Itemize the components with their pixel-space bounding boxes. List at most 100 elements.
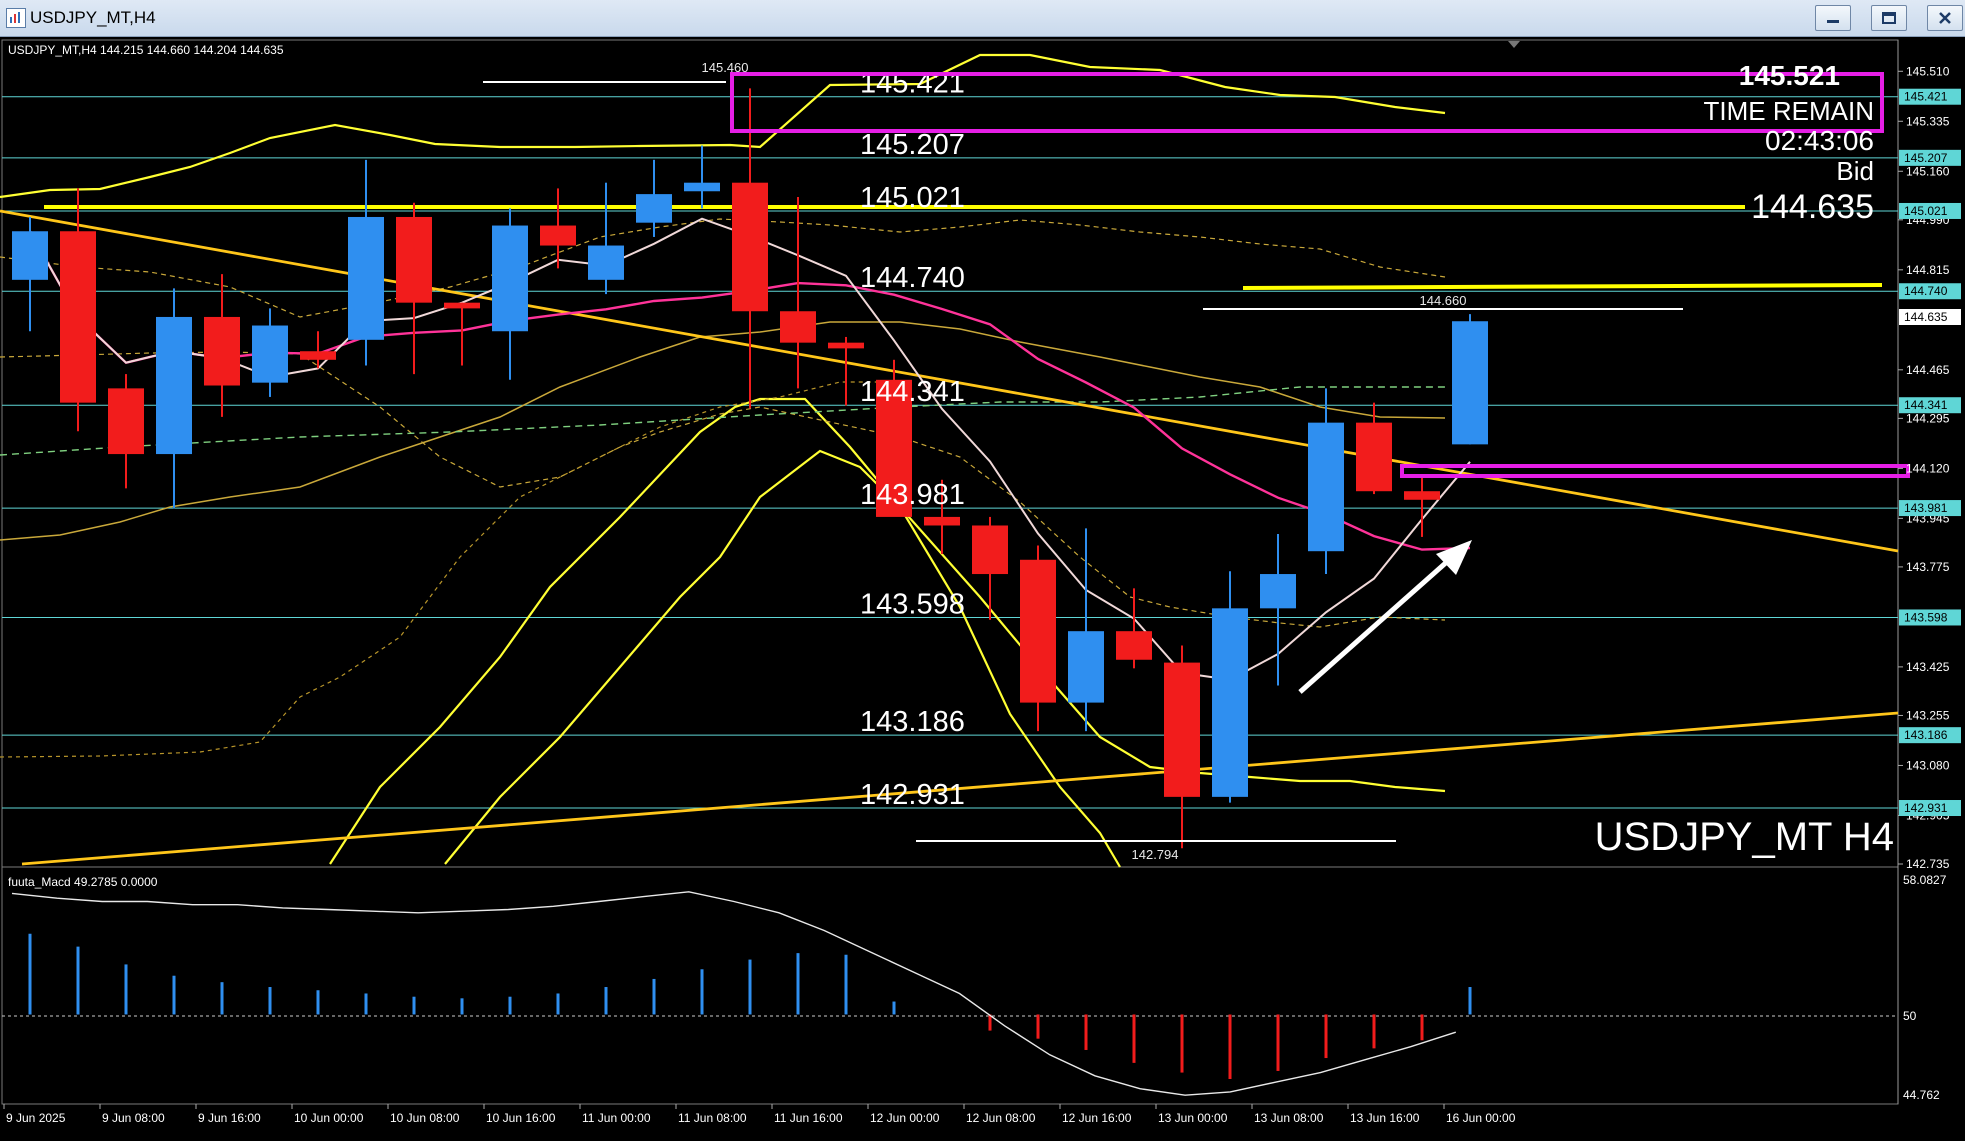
- chart-header: USDJPY_MT,H4 144.215 144.660 144.204 144…: [8, 43, 284, 57]
- candle-bear: [1404, 491, 1440, 500]
- time-tick-label: 13 Jun 00:00: [1158, 1111, 1228, 1125]
- bollinger-upper-outer: [0, 53, 1446, 199]
- yellow-target-line: [1242, 283, 1883, 290]
- current-price-tag: 144.635: [1904, 310, 1948, 324]
- price-tick-label: 144.120: [1906, 461, 1950, 475]
- time-tick-label: 16 Jun 00:00: [1446, 1111, 1516, 1125]
- bid-label: Bid: [1836, 156, 1874, 186]
- time-tick-label: 9 Jun 08:00: [102, 1111, 165, 1125]
- time-remain-value: 02:43:06: [1765, 125, 1874, 156]
- price-axis-level-tags: 145.421 145.207 145.021 144.740 144.341 143.9…: [1899, 88, 1961, 817]
- macd-signal-line: [11, 891, 1457, 1096]
- price-tick-label: 143.080: [1906, 758, 1950, 772]
- time-tick-label: 12 Jun 16:00: [1062, 1111, 1132, 1125]
- candle-bear: [108, 388, 144, 455]
- candle-bull: [12, 231, 48, 280]
- price-tick-label: 143.255: [1906, 708, 1950, 722]
- price-tick-label: 142.735: [1906, 857, 1950, 871]
- green-dashed-ma: [0, 386, 1445, 456]
- time-tick-label: 9 Jun 16:00: [198, 1111, 261, 1125]
- low-marker-label: 142.794: [1132, 847, 1179, 862]
- title-bar[interactable]: USDJPY_MT,H4: [0, 0, 1965, 37]
- restore-icon: [1882, 12, 1896, 24]
- candle-bear: [1116, 631, 1152, 660]
- price-axis: 145.510145.335145.160144.990144.815144.4…: [1898, 64, 1950, 871]
- level-tag: 145.421: [1904, 90, 1948, 104]
- bid-value: 144.635: [1751, 188, 1874, 226]
- level-tag: 144.341: [1904, 398, 1948, 412]
- candle-bull: [1452, 321, 1488, 445]
- shift-marker-icon[interactable]: [1508, 41, 1520, 48]
- macd-tick-top: 58.0827: [1903, 873, 1947, 887]
- candlesticks: [12, 88, 1488, 849]
- level-label: 143.981: [860, 479, 965, 511]
- candle-bear: [444, 302, 480, 309]
- time-tick-label: 12 Jun 08:00: [966, 1111, 1036, 1125]
- price-tick-label: 145.160: [1906, 164, 1950, 178]
- price-tick-label: 145.510: [1906, 64, 1950, 78]
- time-tick-label: 12 Jun 00:00: [870, 1111, 940, 1125]
- restore-button[interactable]: [1871, 5, 1907, 31]
- candle-bear: [1020, 559, 1056, 703]
- level-tag: 143.598: [1904, 610, 1948, 624]
- candle-bear: [204, 316, 240, 386]
- support-zone-box: [1400, 464, 1910, 478]
- level-label: 145.021: [860, 182, 965, 214]
- time-tick-label: 11 Jun 08:00: [678, 1111, 747, 1125]
- candle-bull: [252, 325, 288, 383]
- minimize-icon: [1827, 20, 1839, 23]
- symbol-watermark: USDJPY_MT H4: [1595, 815, 1894, 859]
- candle-bull: [156, 316, 192, 455]
- candle-bull: [348, 216, 384, 340]
- level-label: 142.931: [860, 779, 965, 811]
- candle-bear: [396, 216, 432, 303]
- level-label: 145.207: [860, 129, 965, 161]
- price-tick-label: 145.335: [1906, 114, 1950, 128]
- candle-bull: [1212, 608, 1248, 797]
- candle-bull: [1068, 631, 1104, 703]
- candle-bear: [540, 225, 576, 246]
- price-tick-label: 144.815: [1906, 263, 1950, 277]
- close-icon: [1939, 12, 1951, 24]
- price-tick-label: 143.425: [1906, 660, 1950, 674]
- time-tick-label: 10 Jun 16:00: [486, 1111, 556, 1125]
- time-axis: 9 Jun 2025 9 Jun 08:00 9 Jun 16:00 10 Jun 0…: [3, 1104, 1516, 1125]
- candle-bear: [828, 342, 864, 349]
- price-tick-label: 144.295: [1906, 411, 1950, 425]
- candle-bull: [1308, 422, 1344, 552]
- macd-histogram: [28, 933, 1472, 1080]
- level-tag: 145.207: [1904, 151, 1948, 165]
- macd-label: fuuta_Macd 49.2785 0.0000: [8, 875, 158, 889]
- candle-bear: [780, 311, 816, 343]
- candle-bull: [1260, 574, 1296, 609]
- chart-window-icon: [6, 8, 26, 28]
- candle-bull: [636, 194, 672, 223]
- close-button[interactable]: [1927, 5, 1963, 31]
- candle-bull: [684, 182, 720, 192]
- price-chart[interactable]: 145.460 144.660 142.794 145.421145.20714…: [0, 37, 1965, 1141]
- level-tag: 143.981: [1904, 501, 1948, 515]
- candle-bear: [300, 351, 336, 360]
- time-remain-label: TIME REMAIN: [1704, 96, 1874, 126]
- price-tick-label: 143.775: [1906, 560, 1950, 574]
- top-price-text: 145.521: [1739, 60, 1840, 91]
- macd-tick-mid: 50: [1903, 1009, 1917, 1023]
- time-tick-label: 13 Jun 08:00: [1254, 1111, 1324, 1125]
- level-label: 144.740: [860, 262, 965, 294]
- envelope-lower: [0, 351, 1446, 628]
- minimize-button[interactable]: [1815, 5, 1851, 31]
- candle-bear: [60, 231, 96, 403]
- window-title: USDJPY_MT,H4: [30, 8, 156, 27]
- candle-bear: [1356, 422, 1392, 492]
- bollinger-lower-outer: [329, 397, 1121, 868]
- time-tick-label: 9 Jun 2025: [6, 1111, 66, 1125]
- candle-bear: [972, 525, 1008, 575]
- level-labels: 145.421145.207145.021144.740144.341143.9…: [860, 68, 965, 811]
- last-high-marker-label: 144.660: [1420, 293, 1467, 308]
- price-tick-label: 144.465: [1906, 363, 1950, 377]
- candle-bear: [732, 182, 768, 312]
- time-tick-label: 11 Jun 16:00: [774, 1111, 843, 1125]
- level-label: 143.598: [860, 588, 965, 620]
- level-tag: 144.740: [1904, 284, 1948, 298]
- level-tag: 145.021: [1904, 204, 1948, 218]
